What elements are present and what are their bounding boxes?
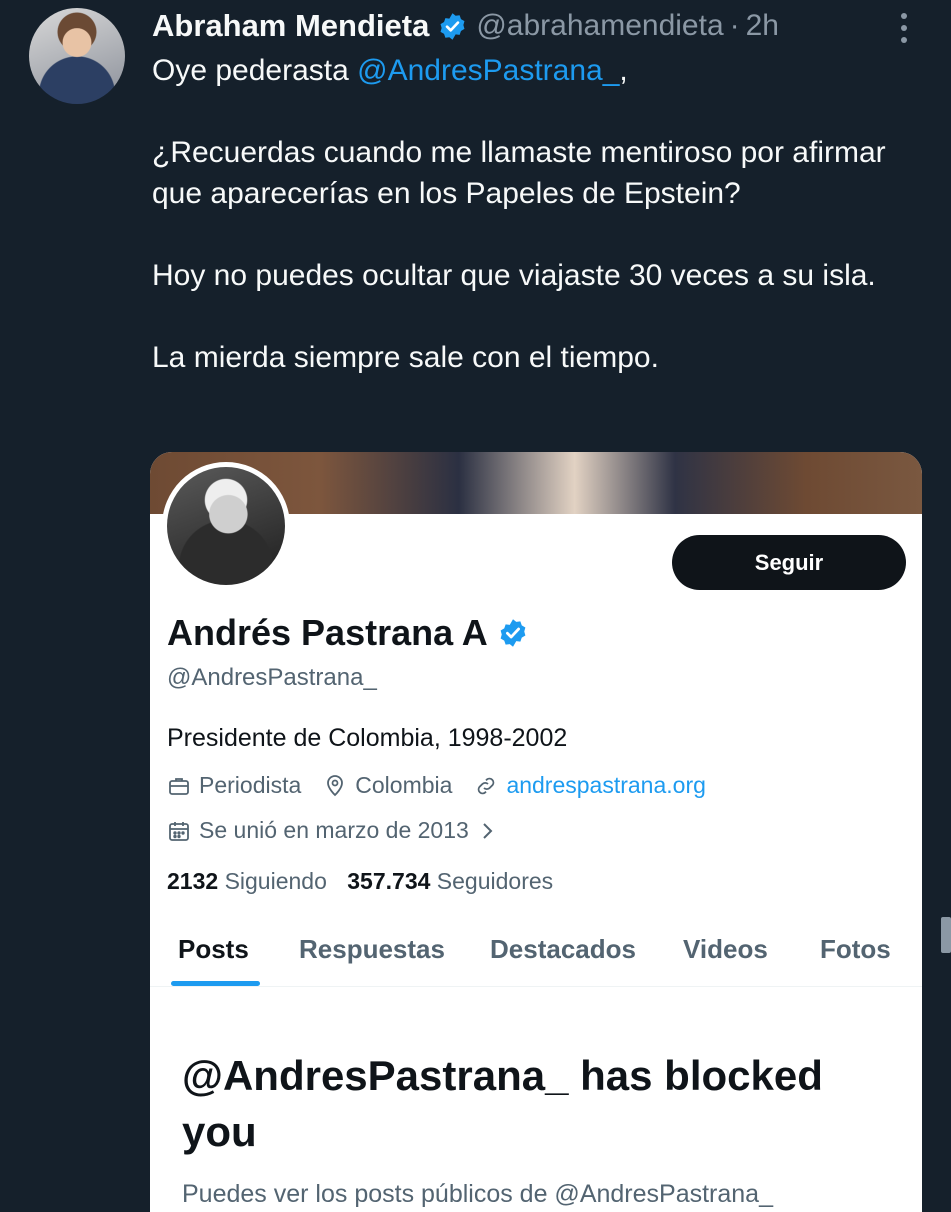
tab-videos[interactable]: Videos (683, 934, 768, 965)
verified-badge-icon (440, 12, 465, 40)
profession-text: Periodista (199, 772, 302, 798)
tweet-text-comma: , (619, 54, 628, 87)
tab-destacados[interactable]: Destacados (490, 934, 636, 965)
tweet-time[interactable]: 2h (746, 9, 779, 43)
profile-stats: 2132 Siguiendo 357.734 Seguidores (167, 868, 553, 895)
separator-dot: · (729, 9, 740, 42)
following-label: Siguiendo (224, 868, 327, 894)
joined-text: Se unió en marzo de 2013 (199, 817, 469, 843)
tweet-paragraph-2: ¿Recuerdas cuando me llamaste mentiroso … (152, 136, 886, 210)
link-icon (478, 777, 495, 794)
profile-joined-row: Se unió en marzo de 2013 (167, 817, 529, 844)
verified-badge-icon (500, 619, 526, 647)
author-avatar[interactable] (29, 8, 125, 104)
author-name[interactable]: Abraham Mendieta (152, 8, 429, 44)
tweet-text-prefix: Oye pederasta (152, 54, 358, 87)
tab-posts[interactable]: Posts (178, 934, 249, 965)
location-pin-icon (327, 774, 344, 796)
blocked-message-title: @AndresPastrana_ has blocked you (182, 1052, 823, 1155)
mention-link[interactable]: @AndresPastrana_ (357, 54, 619, 87)
follow-button[interactable]: Seguir (672, 535, 906, 590)
profile-location: Colombia (323, 772, 452, 799)
tab-fotos[interactable]: Fotos (820, 934, 891, 965)
profile-profession: Periodista (167, 772, 301, 799)
followers-stat[interactable]: 357.734 Seguidores (347, 868, 553, 894)
calendar-icon (169, 821, 189, 841)
tab-respuestas[interactable]: Respuestas (299, 934, 445, 965)
tweet-header: Abraham Mendieta @abrahamendieta · 2h (152, 6, 779, 46)
active-tab-indicator (171, 981, 260, 986)
briefcase-icon (169, 777, 189, 795)
following-stat[interactable]: 2132 Siguiendo (167, 868, 327, 894)
chevron-right-icon[interactable] (475, 819, 499, 843)
profile-avatar (162, 462, 290, 590)
website-link[interactable]: andrespastrana.org (506, 772, 705, 799)
profile-meta-row: Periodista Colombia andrespastrana.org (167, 772, 728, 799)
profile-handle: @AndresPastrana_ (167, 664, 377, 691)
profile-name: Andrés Pastrana A (167, 612, 528, 654)
profile-name-text: Andrés Pastrana A (167, 612, 488, 653)
blocked-message-subtitle: Puedes ver los posts públicos de @Andres… (182, 1180, 773, 1208)
profile-screenshot-card[interactable]: Seguir Andrés Pastrana A @AndresPastrana… (150, 452, 922, 1212)
scrollbar-thumb[interactable] (941, 917, 951, 953)
profile-bio: Presidente de Colombia, 1998-2002 (167, 724, 568, 752)
followers-label: Seguidores (436, 868, 554, 894)
profile-joined: Se unió en marzo de 2013 (167, 817, 507, 844)
tweet-text: Oye pederasta @AndresPastrana_, ¿Recuerd… (152, 50, 922, 378)
author-handle[interactable]: @abrahamendieta (476, 9, 723, 43)
followers-count: 357.734 (347, 868, 431, 894)
more-options-icon[interactable] (893, 8, 915, 48)
profile-website[interactable]: andrespastrana.org (474, 772, 706, 799)
location-text: Colombia (355, 772, 453, 798)
following-count: 2132 (167, 868, 219, 894)
profile-tabs: Posts Respuestas Destacados Videos Fotos (150, 922, 922, 987)
tweet-paragraph-4: La mierda siempre sale con el tiempo. (152, 341, 659, 374)
tweet-paragraph-3: Hoy no puedes ocultar que viajaste 30 ve… (152, 259, 876, 292)
tweet-paragraph-1: Oye pederasta @AndresPastrana_, (152, 50, 922, 91)
